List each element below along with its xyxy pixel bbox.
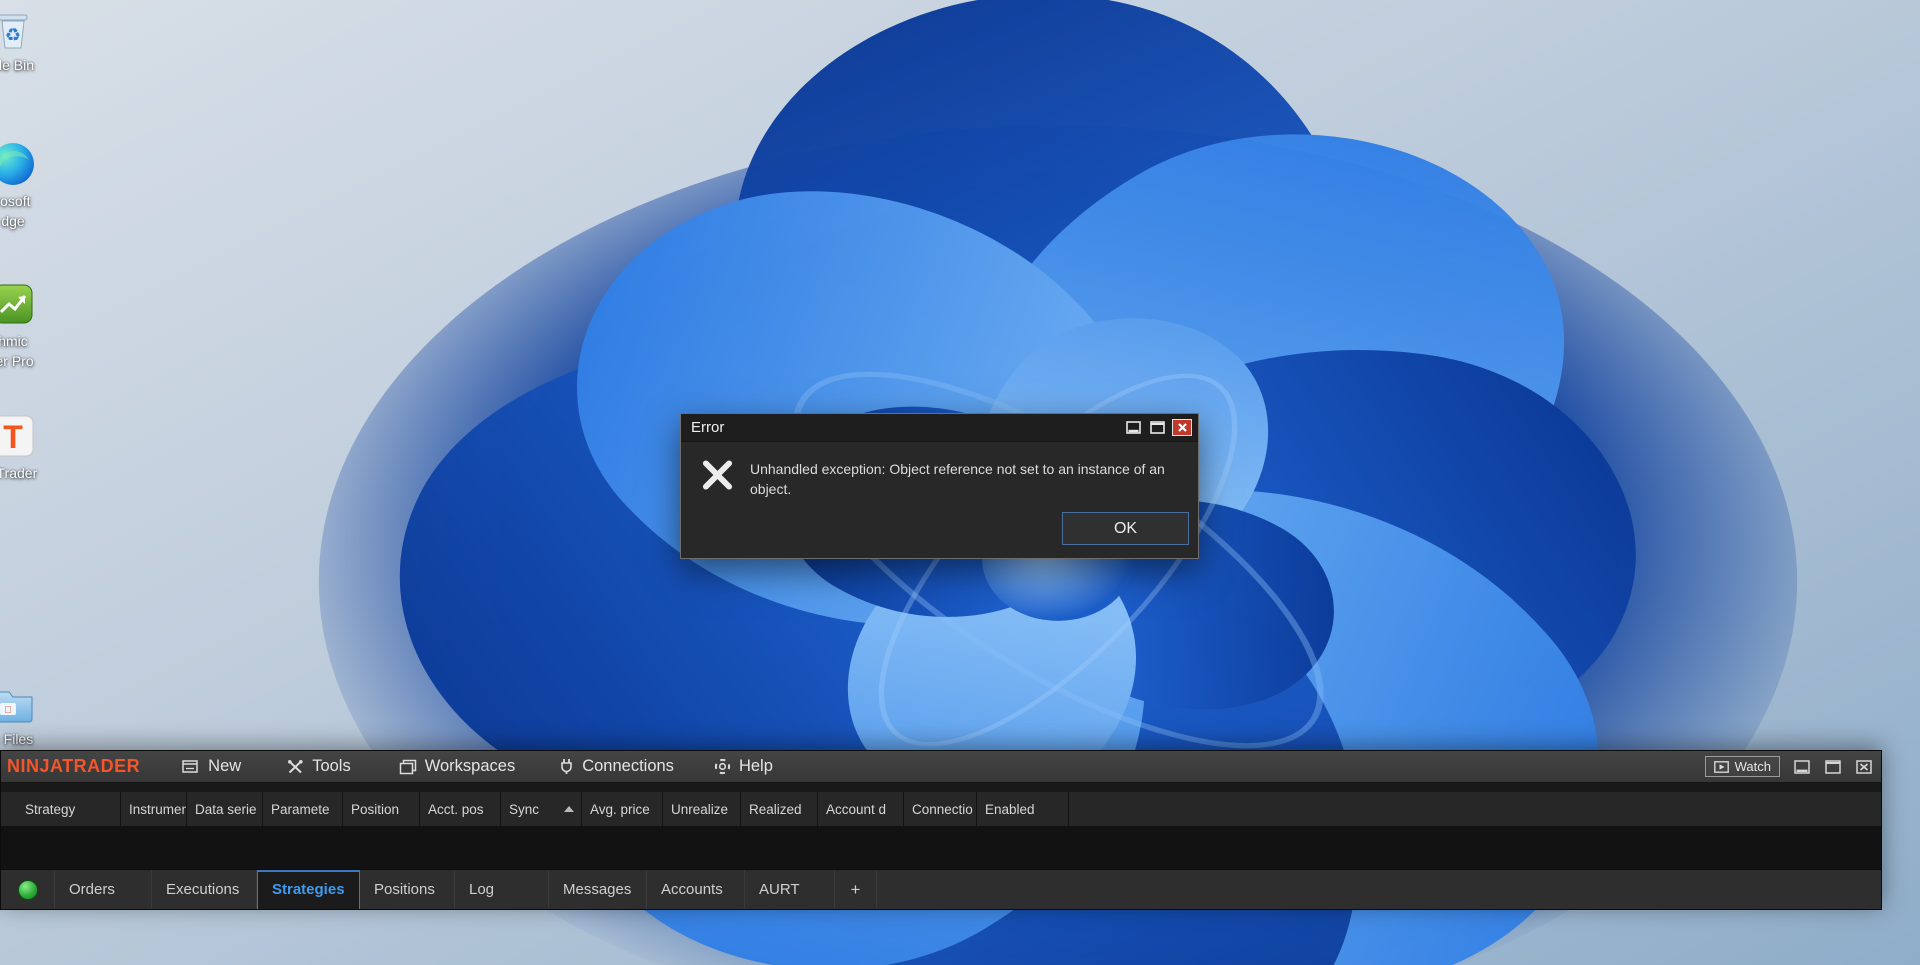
dialog-maximize-button[interactable] (1148, 420, 1167, 436)
tab-strategies[interactable]: Strategies (257, 870, 360, 909)
column-header-acct-position[interactable]: Acct. pos (420, 792, 501, 826)
column-header-instrument[interactable]: Instrumen (121, 792, 187, 826)
maximize-icon (1824, 759, 1841, 774)
new-window-icon (182, 760, 198, 773)
minimize-icon (1126, 421, 1141, 434)
desktop-icon-label: aTrader (0, 465, 38, 481)
window-minimize-button[interactable] (1792, 759, 1811, 775)
column-header-realized[interactable]: Realized (741, 792, 818, 826)
column-header-sync[interactable]: Sync (501, 792, 582, 826)
help-lifebuoy-icon (714, 758, 731, 775)
ninjatrader-icon: T (0, 415, 34, 457)
dialog-close-button[interactable] (1172, 419, 1192, 436)
window-maximize-button[interactable] (1823, 759, 1842, 775)
tab-positions[interactable]: Positions (360, 870, 455, 909)
watch-label: Watch (1734, 759, 1771, 774)
strategies-grid-body-empty[interactable] (1, 826, 1881, 869)
desktop-icon-label: cle Bin (0, 57, 35, 73)
desktop-icon-label: c Files (0, 731, 34, 747)
column-header-unrealized[interactable]: Unrealize (663, 792, 741, 826)
desktop: ♻ cle Bin rosoft dge (0, 0, 1920, 965)
algo-trader-icon (0, 284, 33, 324)
error-message: Unhandled exception: Object reference no… (750, 461, 1165, 497)
tab-accounts[interactable]: Accounts (647, 870, 745, 909)
desktop-icon-label: dge (1, 213, 25, 229)
menu-help[interactable]: Help (714, 757, 773, 776)
desktop-icon-microsoft-edge[interactable]: rosoft dge (0, 138, 56, 230)
dialog-title: Error (691, 419, 725, 436)
strategies-grid-header: Strategy Instrumen Data serie Paramete P… (1, 792, 1881, 826)
watch-button[interactable]: Watch (1704, 756, 1780, 777)
menu-workspaces[interactable]: Workspaces (399, 757, 515, 776)
add-tab-button[interactable]: + (835, 870, 877, 909)
ninjatrader-logo: NINJATRADER (7, 756, 141, 776)
svg-text:♻: ♻ (5, 25, 21, 45)
svg-text::  (4, 705, 12, 716)
column-header-parameters[interactable]: Paramete (263, 792, 343, 826)
dialog-minimize-button[interactable] (1124, 420, 1143, 436)
files-folder-icon:  (0, 691, 33, 723)
tab-orders[interactable]: Orders (54, 870, 152, 909)
menu-label: Tools (312, 757, 351, 775)
column-header-account[interactable]: Account d (818, 792, 904, 826)
tools-icon (288, 759, 303, 773)
sort-ascending-icon (564, 806, 574, 812)
tab-bar: Orders Executions Strategies Positions L… (1, 869, 1881, 909)
maximize-icon (1150, 421, 1165, 434)
error-dialog-titlebar[interactable]: Error (681, 414, 1198, 442)
column-header-strategy[interactable]: Strategy (1, 792, 121, 826)
menu-label: Connections (582, 757, 674, 775)
menu-tools[interactable]: Tools (287, 757, 351, 776)
menu-new[interactable]: New (182, 757, 241, 776)
column-header-data-series[interactable]: Data serie (187, 792, 263, 826)
desktop-icon-recycle-bin[interactable]: ♻ cle Bin (0, 2, 56, 74)
desktop-icon-label: rosoft (0, 193, 31, 209)
column-header-position[interactable]: Position (343, 792, 420, 826)
desktop-icon-label: hmic (0, 333, 28, 349)
watch-icon (1713, 760, 1729, 773)
plug-icon (561, 759, 573, 774)
close-icon (1177, 423, 1187, 432)
tab-aurt[interactable]: AURT (745, 870, 835, 909)
workspaces-icon (399, 759, 416, 774)
column-header-connection[interactable]: Connectio (904, 792, 977, 826)
control-center-window: NINJATRADER New Tools Workspaces Connect… (0, 750, 1882, 910)
menu-connections[interactable]: Connections (559, 757, 674, 776)
control-center-titlebar[interactable]: NINJATRADER New Tools Workspaces Connect… (1, 751, 1881, 783)
connection-status-indicator (18, 879, 38, 900)
column-header-avg-price[interactable]: Avg. price (582, 792, 663, 826)
menu-label: Workspaces (424, 757, 516, 775)
tab-executions[interactable]: Executions (152, 870, 257, 909)
column-header-enabled[interactable]: Enabled (977, 792, 1069, 826)
ok-button[interactable]: OK (1062, 512, 1189, 545)
minimize-icon (1793, 759, 1810, 774)
close-icon (1855, 759, 1872, 774)
svg-text:T: T (3, 419, 23, 455)
menu-label: New (208, 757, 242, 775)
desktop-icon-label: ler Pro (0, 353, 34, 369)
desktop-icon-files[interactable]:  c Files (0, 676, 56, 748)
error-x-icon (702, 460, 733, 490)
tab-messages[interactable]: Messages (549, 870, 647, 909)
recycle-bin-icon: ♻ (0, 14, 28, 49)
titlebar-separator (1, 783, 1881, 792)
desktop-icon-ninjatrader[interactable]: T aTrader (0, 410, 56, 482)
desktop-icon-algorithmic-trader-pro[interactable]: hmic ler Pro (0, 278, 56, 370)
window-close-button[interactable] (1854, 759, 1873, 775)
tab-log[interactable]: Log (455, 870, 549, 909)
edge-icon (0, 143, 34, 185)
error-dialog-window: Error Unhandled exception: Object refere… (680, 413, 1199, 559)
column-header-filler (1069, 792, 1881, 826)
column-header-sync-label: Sync (509, 801, 540, 817)
menu-label: Help (738, 757, 773, 775)
